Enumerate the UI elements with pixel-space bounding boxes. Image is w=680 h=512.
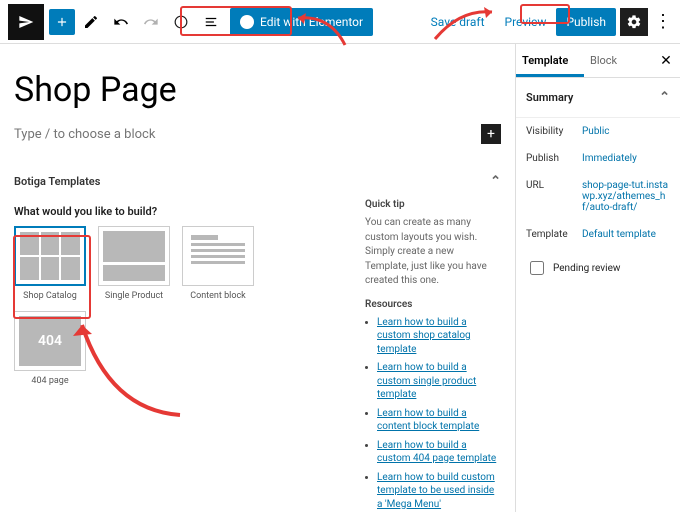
block-prompt-text: Type / to choose a block <box>14 127 155 142</box>
chevron-up-icon[interactable]: ⌃ <box>490 174 501 189</box>
redo-button[interactable] <box>137 8 165 36</box>
more-options-button[interactable]: ⋮ <box>648 8 672 36</box>
editor-toolbar: Edit with Elementor Save draft Preview P… <box>0 0 680 44</box>
row-key: Template <box>526 229 582 240</box>
pencil-icon <box>83 14 99 30</box>
pending-review-label: Pending review <box>553 263 620 274</box>
resource-link[interactable]: Learn how to build a custom single produ… <box>377 362 476 400</box>
pending-review-checkbox[interactable]: Pending review <box>516 248 680 288</box>
row-value: Immediately <box>582 153 670 164</box>
close-sidebar-button[interactable]: ✕ <box>652 52 680 70</box>
template-content-block[interactable]: Content block <box>182 226 254 301</box>
resource-link[interactable]: Learn how to build a content block templ… <box>377 408 479 433</box>
tab-template[interactable]: Template <box>516 44 584 77</box>
row-value: shop-page-tut.instawp.xyz/athemes_hf/aut… <box>582 180 670 213</box>
row-template[interactable]: Template Default template <box>516 221 680 248</box>
template-label: Single Product <box>105 291 163 301</box>
app-logo[interactable] <box>8 4 44 40</box>
save-draft-button[interactable]: Save draft <box>421 8 495 36</box>
build-question: What would you like to build? <box>14 205 351 218</box>
undo-icon <box>113 14 129 30</box>
template-label: Content block <box>190 291 245 301</box>
settings-button[interactable] <box>620 8 648 36</box>
editor-canvas: Type / to choose a block + Botiga Templa… <box>0 44 515 512</box>
template-404-page[interactable]: 404 404 page <box>14 311 86 386</box>
quick-tip-body: You can create as many custom layouts yo… <box>365 216 497 289</box>
edit-with-elementor-button[interactable]: Edit with Elementor <box>230 8 373 36</box>
templates-heading: Botiga Templates <box>14 175 100 188</box>
row-publish[interactable]: Publish Immediately <box>516 145 680 172</box>
preview-button[interactable]: Preview <box>495 8 557 36</box>
redo-icon <box>143 14 159 30</box>
add-block-button[interactable] <box>49 9 75 35</box>
chevron-up-icon[interactable]: ⌃ <box>659 90 670 105</box>
row-value: Default template <box>582 229 670 240</box>
settings-sidebar: Template Block ✕ Summary ⌃ Visibility Pu… <box>515 44 680 512</box>
row-url[interactable]: URL shop-page-tut.instawp.xyz/athemes_hf… <box>516 172 680 221</box>
elementor-label: Edit with Elementor <box>260 15 363 29</box>
send-icon <box>18 14 34 30</box>
undo-button[interactable] <box>107 8 135 36</box>
insert-block-button[interactable]: + <box>481 124 501 144</box>
resources-list: Learn how to build a custom shop catalog… <box>365 316 497 512</box>
template-label: 404 page <box>31 376 68 386</box>
row-value: Public <box>582 126 670 137</box>
info-button[interactable] <box>167 8 195 36</box>
resource-link[interactable]: Learn how to build custom template to be… <box>377 472 495 510</box>
tips-panel: Quick tip You can create as many custom … <box>361 195 501 512</box>
template-shop-catalog[interactable]: Shop Catalog <box>14 226 86 301</box>
elementor-icon <box>240 15 254 29</box>
thumb-404-text: 404 <box>19 316 81 366</box>
resource-link[interactable]: Learn how to build a custom 404 page tem… <box>377 440 496 465</box>
edit-button[interactable] <box>77 8 105 36</box>
tab-block[interactable]: Block <box>584 44 652 77</box>
plus-icon <box>55 14 69 30</box>
outline-button[interactable] <box>197 8 225 36</box>
pending-review-input[interactable] <box>530 261 544 275</box>
template-label: Shop Catalog <box>23 291 77 301</box>
row-key: Visibility <box>526 126 582 137</box>
row-key: URL <box>526 180 582 191</box>
resources-heading: Resources <box>365 299 497 310</box>
publish-button[interactable]: Publish <box>556 8 616 36</box>
post-title-input[interactable] <box>14 62 501 118</box>
resource-link[interactable]: Learn how to build a custom shop catalog… <box>377 317 471 355</box>
row-visibility[interactable]: Visibility Public <box>516 118 680 145</box>
row-key: Publish <box>526 153 582 164</box>
template-single-product[interactable]: Single Product <box>98 226 170 301</box>
quick-tip-heading: Quick tip <box>365 199 497 210</box>
info-icon <box>174 15 188 29</box>
gear-icon <box>626 14 642 30</box>
summary-heading: Summary <box>526 91 573 104</box>
list-icon <box>204 15 218 29</box>
